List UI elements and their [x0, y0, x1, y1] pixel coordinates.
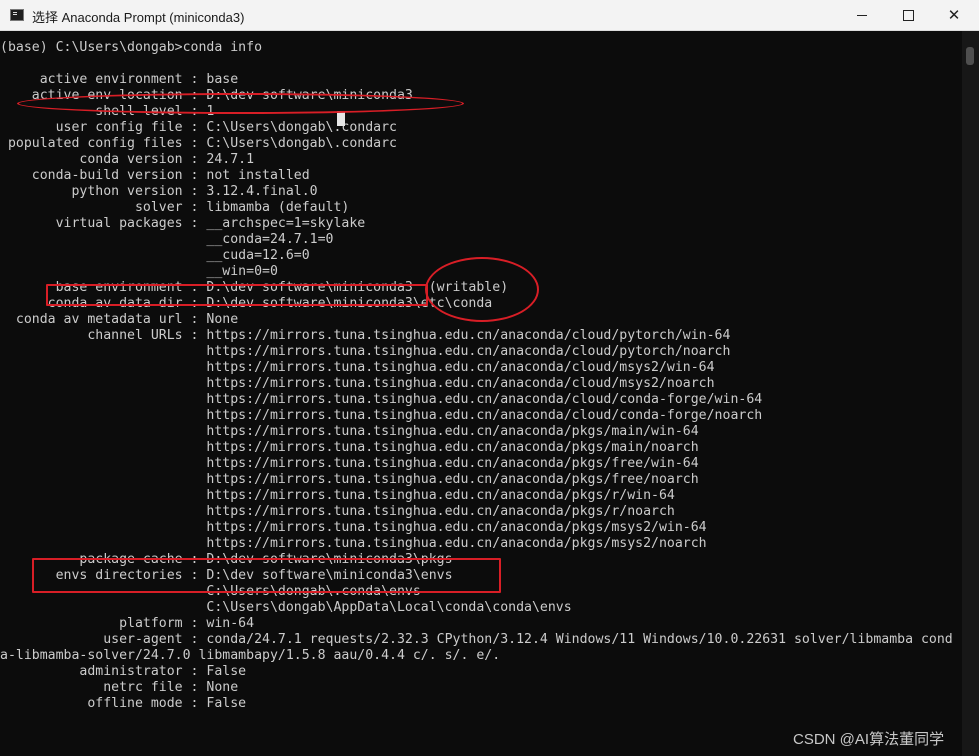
console-line: channel URLs : https://mirrors.tuna.tsin…	[0, 328, 731, 343]
console-line: administrator : False	[0, 664, 247, 679]
text-cursor	[337, 111, 345, 126]
console-line: C:\Users\dongab\AppData\Local\conda\cond…	[0, 600, 572, 615]
watermark: CSDN @AI算法董同学	[793, 731, 945, 748]
console-line: conda version : 24.7.1	[0, 152, 255, 167]
console-line: https://mirrors.tuna.tsinghua.edu.cn/ana…	[0, 520, 707, 535]
console-line: https://mirrors.tuna.tsinghua.edu.cn/ana…	[0, 472, 699, 487]
console-line: https://mirrors.tuna.tsinghua.edu.cn/ana…	[0, 360, 715, 375]
annotation-ellipse-active-env-location	[17, 93, 464, 114]
close-icon: ✕	[947, 5, 961, 24]
console-line: conda-build version : not installed	[0, 168, 310, 183]
console-line: https://mirrors.tuna.tsinghua.edu.cn/ana…	[0, 536, 707, 551]
annotation-circle-writable	[425, 257, 539, 322]
annotation-box-base-environment	[46, 284, 428, 306]
console-line: a-libmamba-solver/24.7.0 libmambapy/1.5.…	[0, 648, 501, 663]
console-line: https://mirrors.tuna.tsinghua.edu.cn/ana…	[0, 344, 731, 359]
terminal-icon	[10, 9, 24, 21]
console-line: https://mirrors.tuna.tsinghua.edu.cn/ana…	[0, 456, 699, 471]
console-output[interactable]: (base) C:\Users\dongab>conda info active…	[0, 31, 962, 756]
console-line: solver : libmamba (default)	[0, 200, 350, 215]
anaconda-prompt-window: 选择 Anaconda Prompt (miniconda3) ✕ (base)…	[0, 0, 979, 756]
console-line: https://mirrors.tuna.tsinghua.edu.cn/ana…	[0, 504, 675, 519]
console-line: https://mirrors.tuna.tsinghua.edu.cn/ana…	[0, 424, 699, 439]
console-line: https://mirrors.tuna.tsinghua.edu.cn/ana…	[0, 376, 715, 391]
console-line: populated config files : C:\Users\dongab…	[0, 136, 397, 151]
console-line: platform : win-64	[0, 616, 255, 631]
title-bar[interactable]: 选择 Anaconda Prompt (miniconda3) ✕	[0, 0, 979, 31]
console-line: https://mirrors.tuna.tsinghua.edu.cn/ana…	[0, 440, 699, 455]
console-line: active environment : base	[0, 72, 239, 87]
vertical-scrollbar[interactable]	[962, 31, 979, 756]
annotation-box-package-cache-envs	[32, 558, 501, 593]
console-line: user config file : C:\Users\dongab\.cond…	[0, 120, 397, 135]
console-line: https://mirrors.tuna.tsinghua.edu.cn/ana…	[0, 488, 675, 503]
console-line: netrc file : None	[0, 680, 239, 695]
console-line: (base) C:\Users\dongab>conda info	[0, 40, 263, 55]
scrollbar-thumb[interactable]	[966, 47, 974, 65]
console-line: https://mirrors.tuna.tsinghua.edu.cn/ana…	[0, 392, 763, 407]
console-line: virtual packages : __archspec=1=skylake	[0, 216, 366, 231]
console-line: offline mode : False	[0, 696, 247, 711]
console-line: https://mirrors.tuna.tsinghua.edu.cn/ana…	[0, 408, 763, 423]
window-title: 选择 Anaconda Prompt (miniconda3)	[32, 10, 245, 25]
maximize-button[interactable]	[885, 0, 931, 30]
console-line: user-agent : conda/24.7.1 requests/2.32.…	[0, 632, 953, 647]
console-line: __conda=24.7.1=0	[0, 232, 334, 247]
close-button[interactable]: ✕	[931, 0, 977, 30]
maximize-icon	[902, 9, 914, 21]
minimize-button[interactable]	[839, 0, 885, 30]
console-line: python version : 3.12.4.final.0	[0, 184, 318, 199]
minimize-icon	[857, 14, 867, 16]
